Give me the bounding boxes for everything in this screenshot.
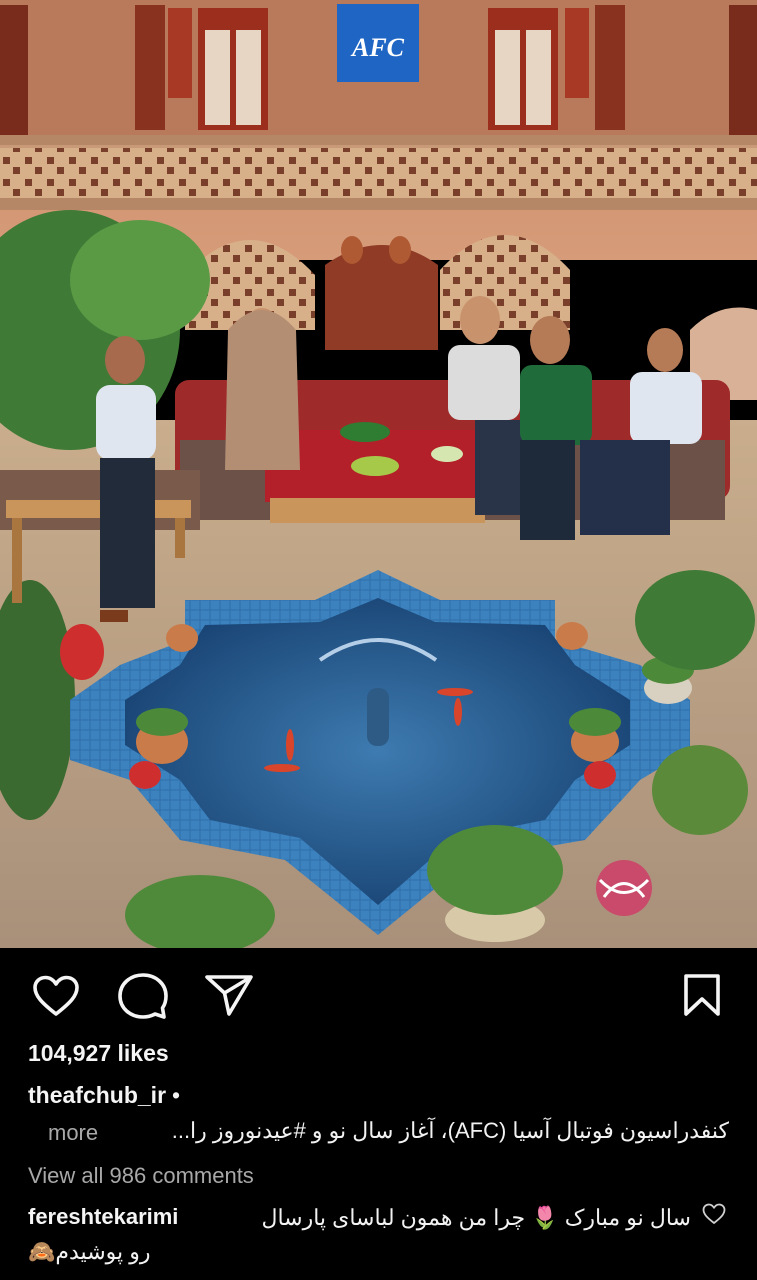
share-button[interactable] (204, 974, 254, 1016)
afc-logo: AFC (350, 33, 405, 62)
small-heart-icon (702, 1203, 726, 1225)
post-image[interactable]: AFC (0, 0, 757, 948)
caption-row: کنفدراسیون فوتبال آسیا (AFC)، آغاز سال ن… (28, 1118, 729, 1150)
send-icon (204, 974, 254, 1016)
caption-username[interactable]: theafchub_ir (28, 1082, 166, 1108)
caption-more-link[interactable]: more (48, 1120, 98, 1146)
comment-text-line1: سال نو مبارک 🌷 چرا من همون لباسای پارسال (261, 1205, 691, 1230)
comment-username[interactable]: fereshtekarimi (28, 1204, 178, 1230)
person-woman (225, 308, 300, 470)
view-all-comments-link[interactable]: View all 986 comments (28, 1163, 254, 1189)
like-button[interactable] (32, 975, 80, 1017)
comment-like-button[interactable] (702, 1203, 726, 1225)
comment-text-line2: رو پوشیدم🙈 (28, 1239, 151, 1264)
caption-separator: • (172, 1082, 181, 1108)
caption-text: کنفدراسیون فوتبال آسیا (AFC)، آغاز سال ن… (171, 1118, 729, 1143)
likes-count[interactable]: 104,927 likes (28, 1040, 169, 1067)
comment-button[interactable] (118, 972, 168, 1020)
caption-username-row: theafchub_ir • (28, 1082, 180, 1109)
save-button[interactable] (683, 973, 721, 1017)
comment-bubble-icon (118, 972, 168, 1020)
heart-icon (32, 975, 80, 1017)
bookmark-icon (683, 973, 721, 1017)
